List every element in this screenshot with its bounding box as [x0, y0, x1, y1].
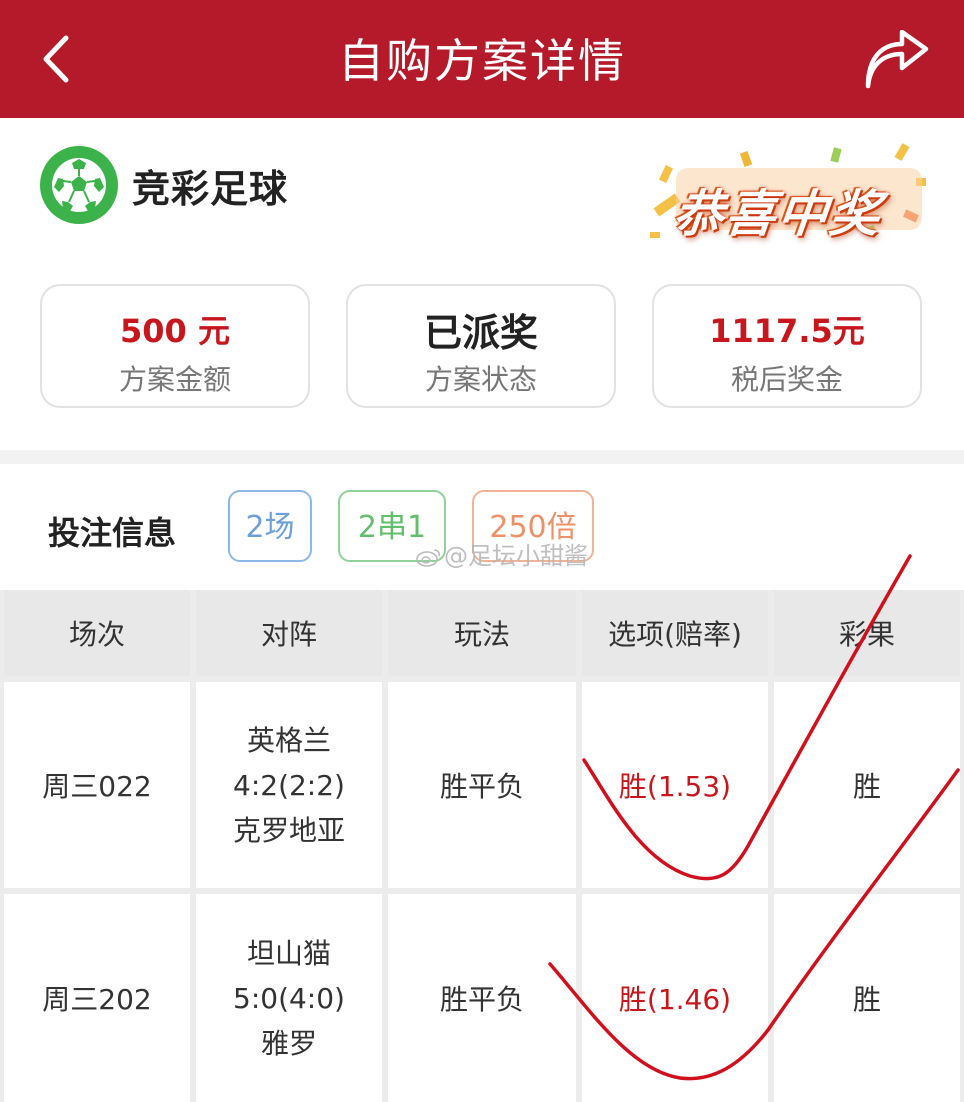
- matches-tag: 2场: [228, 490, 312, 562]
- bet-info-title: 投注信息: [48, 514, 177, 552]
- amount-card: 500 元 方案金额: [40, 284, 310, 408]
- nav-header: 自购方案详情: [0, 0, 964, 118]
- match-no: 周三202: [42, 983, 152, 1016]
- match-no: 周三022: [42, 770, 152, 803]
- pick-odds: 胜(1.53): [618, 770, 732, 803]
- page-title: 自购方案详情: [338, 34, 626, 88]
- table-row-1-matchup: 英格兰 4:2(2:2) 克罗地亚: [196, 682, 382, 888]
- table-row-2-match-no: 周三202: [4, 894, 190, 1102]
- amount-label: 方案金额: [118, 363, 231, 396]
- home-team: 英格兰: [246, 723, 331, 757]
- pick-odds: 胜(1.46): [618, 983, 732, 1016]
- header-play: 玩法: [388, 590, 576, 676]
- header-pick: 选项(赔率): [582, 590, 768, 676]
- result: 胜: [852, 983, 881, 1016]
- home-team: 坦山猫: [246, 936, 331, 970]
- away-team: 雅罗: [260, 1026, 317, 1060]
- table-row-2-result: 胜: [774, 894, 960, 1102]
- away-team: 克罗地亚: [232, 813, 345, 847]
- prize-value: 1117.5元: [709, 312, 865, 350]
- header-matchup: 对阵: [196, 590, 382, 676]
- table-row-2-matchup: 坦山猫 5:0(4:0) 雅罗: [196, 894, 382, 1102]
- summary-cards: 500 元 方案金额 已派奖 方案状态 1117.5元 税后奖金: [0, 284, 964, 414]
- result: 胜: [852, 770, 881, 803]
- status-card: 已派奖 方案状态: [346, 284, 616, 408]
- section-divider: [0, 450, 964, 464]
- table-row-1-pick: 胜(1.53): [582, 682, 768, 888]
- status-label: 方案状态: [424, 363, 537, 396]
- win-badge: 恭喜中奖: [646, 138, 936, 248]
- score: 4:2(2:2): [233, 768, 345, 802]
- table-row-2-play: 胜平负: [388, 894, 576, 1102]
- weibo-icon: [416, 549, 441, 567]
- table-row-2-pick: 胜(1.46): [582, 894, 768, 1102]
- play-type: 胜平负: [439, 983, 524, 1016]
- table-row-1-result: 胜: [774, 682, 960, 888]
- play-type: 胜平负: [439, 770, 524, 803]
- lottery-type-name: 竞彩足球: [132, 167, 289, 211]
- table-row-1-match-no: 周三022: [4, 682, 190, 888]
- lottery-type-row: 竞彩足球 恭喜中奖: [0, 118, 964, 258]
- score: 5:0(4:0): [233, 981, 345, 1015]
- header-result: 彩果: [774, 590, 960, 676]
- prize-card: 1117.5元 税后奖金: [652, 284, 922, 408]
- watermark-text: @足坛小甜酱: [444, 542, 588, 570]
- watermark: @足坛小甜酱: [416, 536, 588, 571]
- win-badge-text: 恭喜中奖: [670, 185, 885, 243]
- status-value: 已派奖: [423, 311, 538, 355]
- table-row-1-play: 胜平负: [388, 682, 576, 888]
- amount-value: 500 元: [120, 312, 230, 350]
- header-match-no: 场次: [4, 590, 190, 676]
- share-arrow-icon[interactable]: [862, 30, 932, 92]
- prize-label: 税后奖金: [730, 363, 843, 396]
- soccer-ball-icon: [40, 146, 118, 224]
- bet-info-row: 投注信息 2场 2串1 250倍 @足坛小甜酱: [0, 464, 964, 590]
